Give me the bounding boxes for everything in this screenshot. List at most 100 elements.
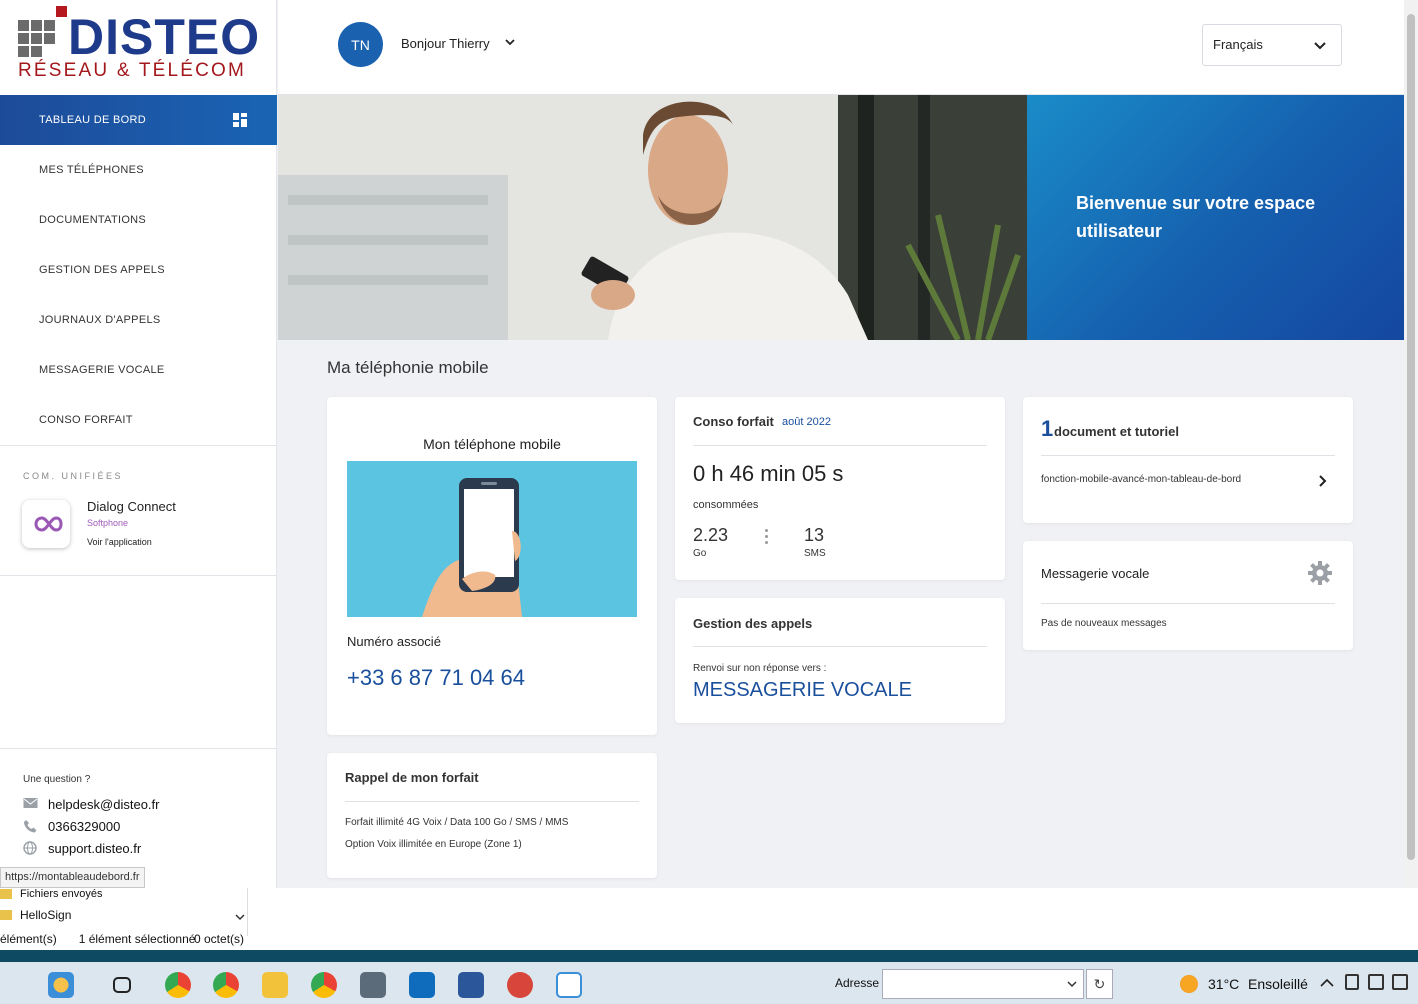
chevron-down-icon[interactable] [1067,981,1077,989]
status-count: élément(s) [0,932,57,946]
help-website[interactable]: support.disteo.fr [48,841,141,856]
file-explorer-icon[interactable] [262,972,288,998]
logo-square [31,46,42,57]
chrome-icon[interactable] [165,972,191,998]
explorer-status-bar: élément(s) 1 élément sélectionné [0,932,195,946]
disteo-logo[interactable]: DISTEO RÉSEAU & TÉLÉCOM [16,6,261,86]
dialog-connect-app[interactable]: Dialog Connect Softphone Voir l'applicat… [22,498,262,552]
documents-card[interactable]: 1 document et tutoriel fonction-mobile-a… [1023,397,1353,523]
plan-card-title: Rappel de mon forfait [345,770,479,785]
conso-duration-label: consommées [693,499,759,511]
address-input[interactable] [882,969,1084,999]
vertical-scrollbar[interactable] [1404,0,1418,888]
sidebar-item-tableau-de-bord[interactable]: TABLEAU DE BORD [0,95,277,145]
status-size: 0 octet(s) [194,932,245,946]
logo-square [18,46,29,57]
explorer-item[interactable]: HelloSign [0,908,71,922]
help-email[interactable]: helpdesk@disteo.fr [48,797,159,812]
refresh-icon[interactable]: ↻ [1086,969,1113,999]
forward-target: MESSAGERIE VOCALE [693,679,912,701]
chevron-right-icon[interactable] [1318,474,1328,488]
explorer-nav-pane: Fichiers envoyés HelloSign [0,888,248,936]
address-label: Adresse [835,976,880,990]
explorer-item-label: Fichiers envoyés [20,888,103,900]
divider [0,445,277,446]
sidebar-item-label: JOURNAUX D'APPELS [39,314,161,326]
sidebar: DISTEO RÉSEAU & TÉLÉCOM TABLEAU DE BORD … [0,0,277,888]
divider [1041,603,1335,604]
sidebar-item-conso-forfait[interactable]: CONSO FORFAIT [0,395,277,445]
explorer-item[interactable]: Fichiers envoyés [0,887,103,901]
sidebar-item-journaux-d-appels[interactable]: JOURNAUX D'APPELS [0,295,277,345]
explorer-item-label: HelloSign [20,908,72,922]
divider [693,445,987,446]
conso-period: août 2022 [782,416,831,428]
sidebar-item-gestion-des-appels[interactable]: GESTION DES APPELS [0,245,277,295]
weather-text[interactable]: Ensoleillé [1248,976,1308,992]
document-item[interactable]: fonction-mobile-avancé-mon-tableau-de-bo… [1041,474,1241,485]
tray-icon[interactable] [1368,974,1384,990]
sidebar-item-label: GESTION DES APPELS [39,264,165,276]
gear-icon[interactable] [1307,560,1333,586]
user-greeting[interactable]: Bonjour Thierry [401,36,490,51]
help-email-row[interactable]: helpdesk@disteo.fr [23,793,159,815]
app-window: DISTEO RÉSEAU & TÉLÉCOM TABLEAU DE BORD … [0,0,1404,888]
voicemail-status: Pas de nouveaux messages [1041,618,1167,629]
sidebar-item-messagerie-vocale[interactable]: MESSAGERIE VOCALE [0,345,277,395]
chevron-up-icon[interactable] [1320,978,1334,988]
divider [1041,455,1335,456]
logo-square [31,33,42,44]
folder-icon [0,910,12,920]
hero-photo-illustration [278,95,1027,340]
chevron-down-icon[interactable] [504,36,516,48]
app-icon[interactable] [507,972,533,998]
app-icon[interactable] [556,972,582,998]
browser-status-url: https://montableaudebord.fr [0,867,145,888]
chrome-icon[interactable] [213,972,239,998]
hero-photo [278,95,1027,340]
file-explorer-strip: Fichiers envoyés HelloSign élément(s) 1 … [0,888,1418,950]
help-phone-row[interactable]: 0366329000 [23,815,159,837]
tray-icon[interactable] [1345,974,1359,990]
sun-icon [1180,975,1198,993]
scrollbar-thumb[interactable] [1407,14,1415,860]
forward-label: Renvoi sur non réponse vers : [693,663,827,674]
sidebar-item-mes-telephones[interactable]: MES TÉLÉPHONES [0,145,277,195]
plan-line-2: Option Voix illimitée en Europe (Zone 1) [345,839,522,850]
phone-icon [23,819,40,833]
uc-app-name: Dialog Connect [87,499,176,514]
sidebar-item-label: MESSAGERIE VOCALE [39,364,165,376]
logo-square [44,20,55,31]
help-question: Une question ? [23,774,91,785]
divider [345,801,639,802]
conso-card[interactable]: Conso forfait août 2022 0 h 46 min 05 s … [675,397,1005,580]
chevron-down-icon[interactable] [235,914,245,922]
task-view-icon[interactable] [113,977,131,993]
voicemail-card[interactable]: Messagerie vocale Pas de nouveaux messag… [1023,541,1353,650]
help-phone[interactable]: 0366329000 [48,819,120,834]
word-icon[interactable] [458,972,484,998]
language-select[interactable]: Français [1202,24,1342,66]
unified-comms-title: COM. UNIFIÉES [23,471,124,481]
chrome-icon[interactable] [311,972,337,998]
help-website-row[interactable]: support.disteo.fr [23,837,159,859]
data-value: 2.23 [693,525,729,545]
widgets-icon[interactable] [48,972,74,998]
sidebar-item-label: DOCUMENTATIONS [39,214,147,226]
phone-card[interactable]: Mon téléphone mobile Numéro associé +33 … [327,397,657,735]
plan-card: Rappel de mon forfait Forfait illimité 4… [327,753,657,878]
weather-temp[interactable]: 31°C [1208,976,1239,992]
outlook-icon[interactable] [409,972,435,998]
sidebar-item-documentations[interactable]: DOCUMENTATIONS [0,195,277,245]
logo-tagline: RÉSEAU & TÉLÉCOM [18,60,247,81]
tray-icon[interactable] [1392,974,1408,990]
divider [693,646,987,647]
sidebar-nav: TABLEAU DE BORD MES TÉLÉPHONES DOCUMENTA… [0,95,277,445]
logo-square [18,33,29,44]
view-app-link[interactable]: Voir l'application [87,537,152,547]
avatar[interactable]: TN [338,22,383,67]
phone-card-title: Mon téléphone mobile [423,436,561,452]
lock-app-icon[interactable] [360,972,386,998]
call-management-card[interactable]: Gestion des appels Renvoi sur non répons… [675,598,1005,723]
divider [0,748,277,749]
